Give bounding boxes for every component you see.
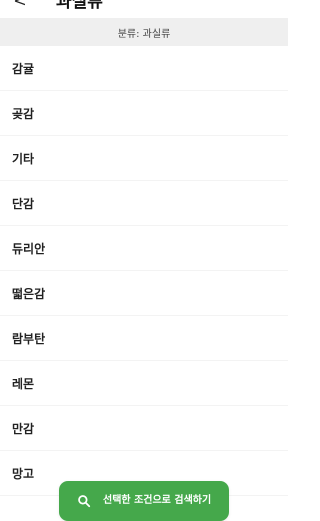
list-item-label: 곶감 bbox=[12, 106, 35, 121]
back-button[interactable]: < bbox=[8, 0, 32, 12]
fruit-list[interactable]: 감귤 곶감 기타 단감 듀리안 떫은감 람부탄 레몬 만감 망고 bbox=[0, 46, 288, 512]
list-item-label: 단감 bbox=[12, 196, 35, 211]
list-item-label: 감귤 bbox=[12, 61, 35, 76]
list-item-label: 레몬 bbox=[12, 376, 35, 391]
list-item-gamgyul[interactable]: 감귤 bbox=[0, 46, 288, 91]
search-button-label: 선택한 조건으로 검색하기 bbox=[103, 495, 212, 506]
search-with-selected-conditions-button[interactable]: 선택한 조건으로 검색하기 bbox=[59, 481, 229, 521]
page-title: 과실류 bbox=[56, 0, 103, 12]
list-item-label: 듀리안 bbox=[12, 241, 46, 256]
list-item-durian[interactable]: 듀리안 bbox=[0, 226, 288, 271]
list-item-other[interactable]: 기타 bbox=[0, 136, 288, 181]
list-item-lemon[interactable]: 레몬 bbox=[0, 361, 288, 406]
list-item-label: 람부탄 bbox=[12, 331, 46, 346]
list-item-gotgam[interactable]: 곶감 bbox=[0, 91, 288, 136]
list-item-mangam[interactable]: 만감 bbox=[0, 406, 288, 451]
search-icon bbox=[73, 490, 95, 512]
list-item-astringent-persimmon[interactable]: 떫은감 bbox=[0, 271, 288, 316]
category-filter-label: 분류: 과실류 bbox=[117, 28, 171, 40]
list-item-rambutan[interactable]: 람부탄 bbox=[0, 316, 288, 361]
category-filter-bar: 분류: 과실류 bbox=[0, 18, 288, 46]
list-item-dangam[interactable]: 단감 bbox=[0, 181, 288, 226]
list-item-label: 떫은감 bbox=[12, 286, 46, 301]
list-item-label: 망고 bbox=[12, 466, 35, 481]
list-item-label: 기타 bbox=[12, 151, 35, 166]
back-icon: < bbox=[13, 0, 27, 10]
app-header: < 과실류 bbox=[0, 0, 288, 18]
list-item-label: 만감 bbox=[12, 421, 35, 436]
